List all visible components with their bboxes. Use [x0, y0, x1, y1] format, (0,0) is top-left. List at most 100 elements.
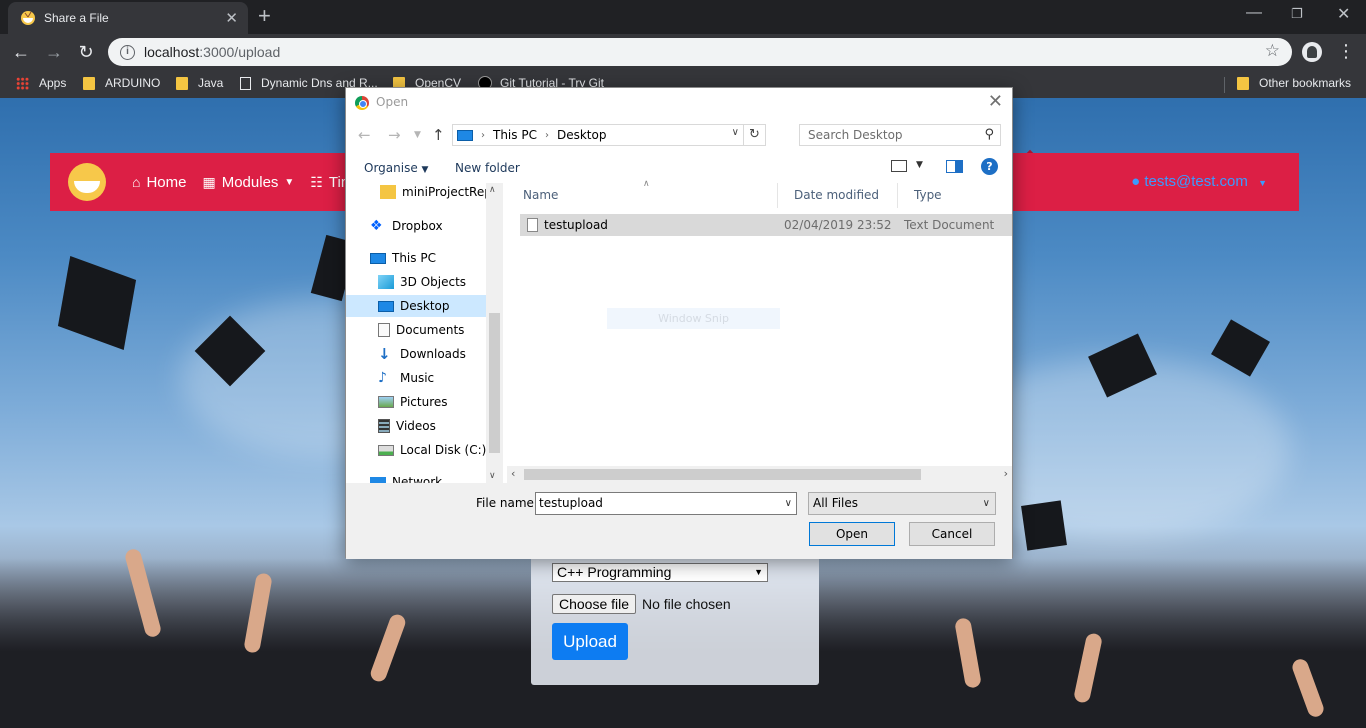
- help-icon[interactable]: ?: [981, 158, 998, 175]
- address-breadcrumb[interactable]: › This PC › Desktop ∨ ↻: [452, 124, 766, 146]
- nav-item-documents[interactable]: Documents: [346, 319, 486, 341]
- column-header-name[interactable]: Name: [507, 183, 778, 208]
- bookmark-apps[interactable]: Apps: [16, 76, 66, 90]
- nav-item-this-pc[interactable]: This PC: [346, 247, 486, 269]
- desktop-icon: [378, 300, 394, 312]
- nav-modules[interactable]: ▦ Modules ▼: [202, 174, 294, 191]
- module-select[interactable]: C++ Programming ▼: [552, 563, 768, 582]
- chevron-down-icon[interactable]: ∨: [785, 493, 792, 514]
- noodle-logo-icon[interactable]: [68, 163, 106, 201]
- videos-icon: [378, 419, 390, 433]
- bookmark-other[interactable]: Other bookmarks: [1237, 76, 1351, 90]
- restore-icon[interactable]: ❐: [1291, 6, 1303, 22]
- cancel-button[interactable]: Cancel: [909, 522, 995, 546]
- nav-item-miniprojectrepo[interactable]: miniProjectRepo: [346, 183, 499, 203]
- bookmark-arduino[interactable]: ARDUINO: [83, 76, 160, 90]
- nav-item-desktop[interactable]: Desktop: [346, 295, 486, 317]
- folder-icon: [83, 76, 95, 90]
- scroll-right-icon[interactable]: ›: [1004, 467, 1008, 480]
- choose-file-button[interactable]: Choose file: [552, 594, 636, 614]
- minimize-icon[interactable]: —: [1246, 4, 1262, 22]
- column-header-date[interactable]: Date modified: [778, 183, 898, 208]
- nav-item-local-disk[interactable]: Local Disk (C:): [346, 439, 486, 461]
- dialog-footer: File name: testupload ∨ All Files ∨ Open…: [346, 483, 1012, 559]
- bookmark-star-icon[interactable]: ☆: [1265, 41, 1280, 61]
- window-snip-overlay: Window Snip: [607, 308, 780, 329]
- nav-item-3d-objects[interactable]: 3D Objects: [346, 271, 486, 293]
- chevron-down-icon: ▼: [1258, 178, 1267, 188]
- scrollbar-thumb[interactable]: [524, 469, 921, 480]
- 3d-objects-icon: [378, 275, 394, 289]
- address-bar[interactable]: i localhost:3000/upload ☆: [108, 38, 1292, 66]
- refresh-icon[interactable]: ↻: [743, 125, 765, 145]
- upload-button[interactable]: Upload: [552, 623, 628, 660]
- scrollbar-thumb[interactable]: [489, 313, 500, 453]
- site-info-icon[interactable]: i: [120, 44, 135, 60]
- profile-avatar[interactable]: [1302, 42, 1322, 62]
- user-circle-icon: ●: [1131, 173, 1141, 190]
- tab-strip: Share a File ✕ + — ❐ ✕: [0, 0, 1366, 34]
- chevron-down-icon: ▼: [284, 176, 295, 188]
- preview-pane-icon[interactable]: [946, 160, 963, 173]
- graduation-cap-image: [57, 256, 137, 350]
- forward-icon[interactable]: →: [388, 126, 401, 144]
- nav-item-downloads[interactable]: ↓ Downloads: [346, 343, 486, 365]
- apps-grid-icon: [16, 76, 29, 90]
- dialog-navbar: ← → ▼ ↑ › This PC › Desktop ∨ ↻ Search D…: [346, 118, 1012, 150]
- tab-close-icon[interactable]: ✕: [225, 9, 238, 27]
- scroll-down-icon[interactable]: ∨: [489, 471, 496, 481]
- nav-item-videos[interactable]: Videos: [346, 415, 486, 437]
- new-tab-button[interactable]: +: [258, 5, 271, 27]
- folder-icon: [1237, 76, 1249, 90]
- forward-icon[interactable]: →: [42, 40, 66, 64]
- menu-dots-icon[interactable]: ⋮: [1337, 42, 1355, 60]
- documents-icon: [378, 323, 390, 337]
- scroll-left-icon[interactable]: ‹: [511, 467, 515, 480]
- file-type-select[interactable]: All Files ∨: [808, 492, 996, 515]
- browser-tab[interactable]: Share a File ✕: [8, 2, 248, 34]
- back-icon[interactable]: ←: [9, 40, 33, 64]
- noodle-favicon-icon: [20, 10, 36, 26]
- file-name-input[interactable]: testupload ∨: [535, 492, 797, 515]
- bookmark-java[interactable]: Java: [176, 76, 223, 90]
- dialog-title: Open: [376, 95, 409, 109]
- nav-item-music[interactable]: ♪ Music: [346, 367, 486, 389]
- breadcrumb-this-pc[interactable]: This PC: [493, 128, 537, 142]
- back-icon[interactable]: ←: [358, 126, 371, 144]
- chevron-down-icon[interactable]: ▼: [916, 160, 923, 170]
- search-icon: ⚲: [984, 127, 994, 142]
- disk-icon: [378, 444, 394, 456]
- bookmarks-separator: [1224, 77, 1225, 93]
- nav-item-dropbox[interactable]: ❖ Dropbox: [346, 215, 486, 237]
- chevron-down-icon[interactable]: ∨: [732, 127, 739, 138]
- open-button[interactable]: Open: [809, 522, 895, 546]
- browser-toolbar: ← → ↻ i localhost:3000/upload ☆ ⋮: [0, 34, 1366, 70]
- dialog-close-icon[interactable]: ✕: [988, 91, 1003, 112]
- scroll-up-icon[interactable]: ∧: [489, 185, 496, 195]
- reload-icon[interactable]: ↻: [74, 40, 98, 64]
- graduation-cap-image: [1211, 319, 1270, 377]
- downloads-icon: ↓: [378, 345, 391, 363]
- search-input[interactable]: Search Desktop ⚲: [799, 124, 1001, 146]
- recent-dropdown-icon[interactable]: ▼: [414, 130, 421, 140]
- url-text: localhost:3000/upload: [144, 44, 281, 60]
- folder-icon: [380, 185, 396, 199]
- nav-item-network[interactable]: Network: [346, 471, 486, 483]
- breadcrumb-desktop[interactable]: Desktop: [557, 128, 607, 142]
- new-folder-button[interactable]: New folder: [455, 161, 520, 175]
- dropbox-icon: ❖: [370, 218, 383, 234]
- view-options-icon[interactable]: [891, 160, 907, 172]
- file-row[interactable]: testupload 02/04/2019 23:52 Text Documen…: [520, 214, 1012, 236]
- nav-item-pictures[interactable]: Pictures: [346, 391, 486, 413]
- pictures-icon: [378, 396, 394, 408]
- nav-pane-scrollbar[interactable]: ∧ ∨: [486, 183, 503, 483]
- nav-home[interactable]: ⌂ Home: [132, 174, 186, 191]
- file-list-scrollbar[interactable]: ‹ ›: [507, 466, 1012, 483]
- file-list-pane: ∧ Name Date modified Type testupload 02/…: [507, 179, 1012, 483]
- column-header-type[interactable]: Type: [898, 183, 1012, 208]
- organise-menu[interactable]: Organise ▼: [364, 161, 428, 175]
- user-menu[interactable]: ● tests@test.com ▼: [1131, 173, 1267, 190]
- window-close-icon[interactable]: ✕: [1337, 4, 1350, 24]
- file-name-label: File name:: [476, 496, 538, 510]
- up-icon[interactable]: ↑: [432, 126, 445, 144]
